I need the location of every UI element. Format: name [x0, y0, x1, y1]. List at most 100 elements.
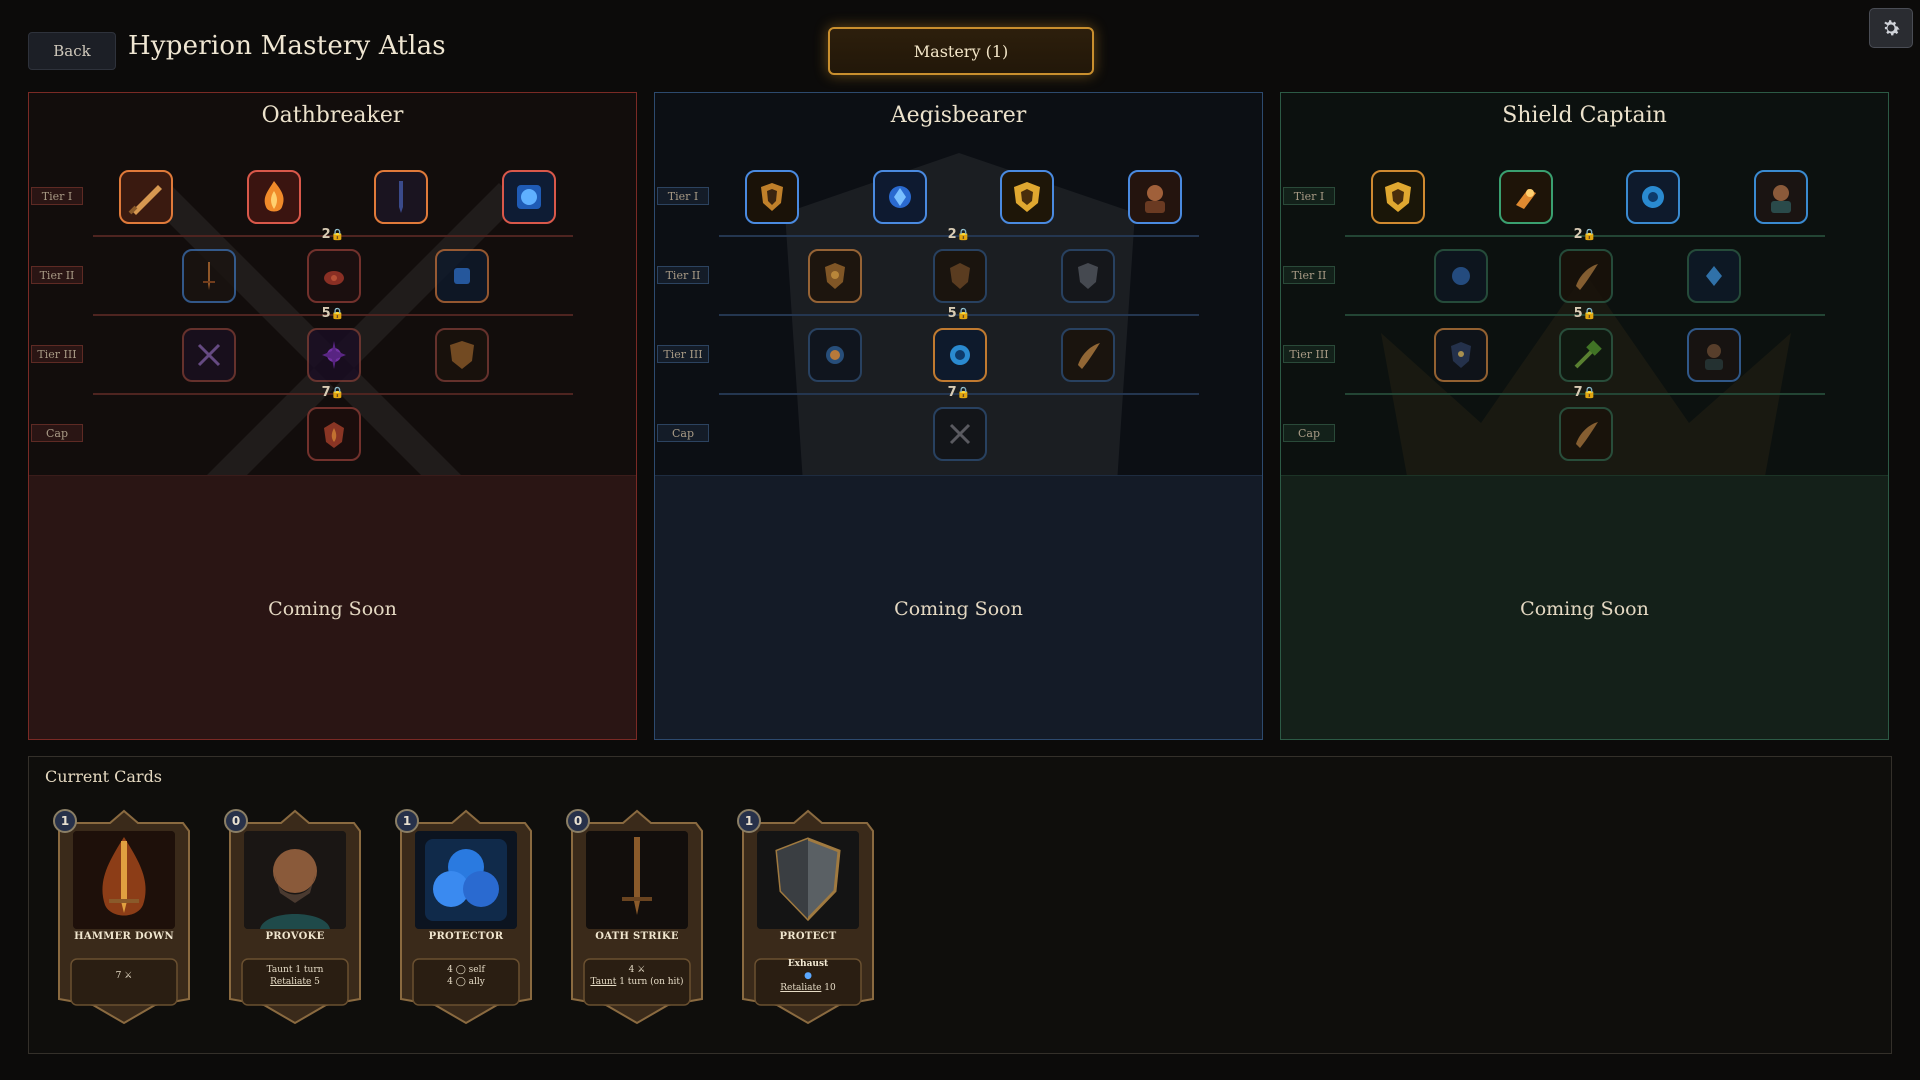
lock-icon: 🔒	[956, 386, 971, 399]
card-cost: 0	[224, 809, 248, 833]
tier-label-cap: Cap	[657, 424, 709, 442]
warrior-portrait-icon[interactable]	[1128, 170, 1182, 224]
tier-requirement: 5🔒	[947, 306, 971, 321]
tier-label-cap: Cap	[1283, 424, 1335, 442]
card-description: Exhaust ● Retaliate 10	[780, 959, 836, 993]
ember-sword-icon[interactable]	[182, 249, 236, 303]
aegisbearer-panel: Aegisbearer Tier I Tier II Tier III Cap …	[654, 92, 1263, 740]
card-protector[interactable]: 1 PROTECTOR 4 ◯ self 4 ◯ ally	[395, 809, 535, 1029]
blue-gem-icon[interactable]	[435, 249, 489, 303]
horn-icon[interactable]	[1061, 328, 1115, 382]
horn-icon[interactable]	[1559, 407, 1613, 461]
settings-button[interactable]	[1869, 8, 1913, 48]
crossed-blades-icon[interactable]	[182, 328, 236, 382]
horn-icon[interactable]	[1559, 249, 1613, 303]
lock-icon: 🔒	[330, 307, 345, 320]
section-title: Current Cards	[45, 767, 163, 786]
flaming-sword-icon	[73, 831, 175, 929]
back-button[interactable]: Back	[28, 32, 116, 70]
blue-gem-icon[interactable]	[1434, 249, 1488, 303]
card-cost: 0	[566, 809, 590, 833]
coming-soon: Coming Soon	[655, 475, 1262, 739]
dark-blade-icon[interactable]	[374, 170, 428, 224]
card-description: Taunt 1 turn Retaliate 5	[266, 965, 324, 987]
blue-crystal-icon[interactable]	[1687, 249, 1741, 303]
card-name: OATH STRIKE	[595, 931, 679, 942]
card-cost: 1	[53, 809, 77, 833]
tier-label-1: Tier I	[1283, 187, 1335, 205]
lock-icon: 🔒	[1582, 228, 1597, 241]
panel-title: Oathbreaker	[261, 103, 404, 128]
lock-icon: 🔒	[330, 386, 345, 399]
sun-orb-icon[interactable]	[808, 328, 862, 382]
blue-bubbles-icon	[415, 831, 517, 929]
tier-label-1: Tier I	[657, 187, 709, 205]
sun-shield-icon[interactable]	[808, 249, 862, 303]
green-hammer-icon[interactable]	[1559, 328, 1613, 382]
page-title: Hyperion Mastery Atlas	[128, 31, 446, 61]
droplet-icon: ●	[804, 971, 812, 981]
tier-requirement: 5🔒	[321, 306, 345, 321]
amber-shield-icon[interactable]	[745, 170, 799, 224]
bronze-emblem-icon[interactable]	[933, 249, 987, 303]
fire-sigil-icon[interactable]	[307, 249, 361, 303]
blue-swirl-icon[interactable]	[1626, 170, 1680, 224]
card-protect[interactable]: 1 PROTECT Exhaust ● Retaliate 10	[737, 809, 877, 1029]
blue-crystal-icon[interactable]	[873, 170, 927, 224]
lock-icon: 🔒	[1582, 386, 1597, 399]
card-provoke[interactable]: 0 PROVOKE Taunt 1 turn Retaliate 5	[224, 809, 364, 1029]
warrior-portrait-icon[interactable]	[1687, 328, 1741, 382]
star-shield-icon[interactable]	[1434, 328, 1488, 382]
tier-label-3: Tier III	[31, 345, 83, 363]
tier-requirement: 2🔒	[321, 227, 345, 242]
tier-requirement: 5🔒	[1573, 306, 1597, 321]
gear-icon	[1884, 20, 1900, 36]
tier-requirement: 2🔒	[1573, 227, 1597, 242]
card-description: 4 ⚔ Taunt 1 turn (on hit)	[590, 965, 684, 987]
steel-shield-icon	[757, 831, 859, 929]
blue-orb-icon[interactable]	[502, 170, 556, 224]
card-description: 7 ⚔	[115, 971, 133, 981]
card-name: PROVOKE	[265, 931, 325, 942]
oathbreaker-panel: Oathbreaker Tier I Tier II Tier III Cap …	[28, 92, 637, 740]
fire-rune-icon[interactable]	[1499, 170, 1553, 224]
card-name: PROTECTOR	[428, 931, 504, 942]
mastery-button[interactable]: Mastery (1)	[828, 27, 1094, 75]
void-star-icon[interactable]	[307, 328, 361, 382]
sword-slash-icon[interactable]	[119, 170, 173, 224]
tier-label-2: Tier II	[1283, 266, 1335, 284]
bearded-warrior-icon	[244, 831, 346, 929]
card-oath-strike[interactable]: 0 OATH STRIKE 4 ⚔ Taunt 1 turn (on hit)	[566, 809, 706, 1029]
card-description: 4 ◯ self 4 ◯ ally	[447, 965, 485, 987]
warrior-portrait-icon[interactable]	[1754, 170, 1808, 224]
card-hammer-down[interactable]: 1 HAMMER DOWN 7 ⚔	[53, 809, 193, 1029]
crossed-swords-icon[interactable]	[933, 407, 987, 461]
shield-captain-panel: Shield Captain Tier I Tier II Tier III C…	[1280, 92, 1889, 740]
current-cards-panel: Current Cards 1 HAMMER DOWN 7 ⚔ 0 PROVOK…	[28, 756, 1892, 1054]
lock-icon: 🔒	[956, 228, 971, 241]
card-name: PROTECT	[779, 931, 837, 942]
tier-label-2: Tier II	[31, 266, 83, 284]
dark-sword-icon	[586, 831, 688, 929]
flame-crest-icon[interactable]	[247, 170, 301, 224]
top-bar: Back Hyperion Mastery Atlas Mastery (1)	[0, 0, 1920, 90]
card-cost: 1	[737, 809, 761, 833]
tier-label-3: Tier III	[657, 345, 709, 363]
tier-requirement: 7🔒	[321, 385, 345, 400]
flame-shield-icon[interactable]	[307, 407, 361, 461]
coming-soon: Coming Soon	[1281, 475, 1888, 739]
bronze-shield-icon[interactable]	[435, 328, 489, 382]
tier-requirement: 7🔒	[1573, 385, 1597, 400]
golden-crest-icon[interactable]	[1000, 170, 1054, 224]
panel-title: Shield Captain	[1502, 103, 1667, 128]
tier-requirement: 7🔒	[947, 385, 971, 400]
lock-icon: 🔒	[330, 228, 345, 241]
blue-swirl-icon[interactable]	[933, 328, 987, 382]
panel-title: Aegisbearer	[890, 103, 1027, 128]
lock-icon: 🔒	[956, 307, 971, 320]
lock-icon: 🔒	[1582, 307, 1597, 320]
iron-shield-icon[interactable]	[1061, 249, 1115, 303]
coming-soon: Coming Soon	[29, 475, 636, 739]
card-name: HAMMER DOWN	[74, 931, 174, 942]
golden-crest-icon[interactable]	[1371, 170, 1425, 224]
